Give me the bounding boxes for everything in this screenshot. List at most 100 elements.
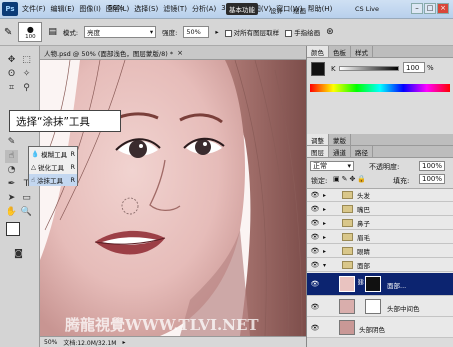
- zoom-tool-icon[interactable]: 🔍: [20, 206, 33, 219]
- brush-tool-icon[interactable]: ✎: [5, 136, 18, 149]
- tab-styles[interactable]: 样式: [351, 46, 373, 57]
- toolbox: ✥ ⬚ ʘ ✧ ⌗ ⚲ ✎ ☝ ◔ ✒ T ➤ ▭ ✋ 🔍 ◙: [0, 46, 40, 347]
- status-arrow-icon[interactable]: ▸: [122, 339, 125, 346]
- tab-paths[interactable]: 路径: [351, 146, 373, 157]
- brush-size-picker[interactable]: ● 100: [18, 22, 43, 42]
- smudge-tool-item[interactable]: ☝ 涂抹工具 R: [29, 174, 77, 186]
- layer-row[interactable]: 👁 ▾ 面部: [307, 259, 453, 272]
- marquee-tool-icon[interactable]: ⬚: [20, 54, 33, 67]
- eye-icon[interactable]: 👁: [310, 233, 320, 241]
- eye-icon[interactable]: 👁: [310, 280, 320, 288]
- color-foreground-swatch[interactable]: [311, 62, 325, 76]
- eye-icon[interactable]: 👁: [310, 191, 320, 199]
- status-bar: 50% 文档:12.0M/32.1M ▸: [40, 336, 306, 347]
- chevron-down-icon: ▾: [347, 162, 351, 170]
- k-slider[interactable]: [339, 66, 399, 71]
- tab-layers[interactable]: 图层: [307, 146, 329, 157]
- mode-select[interactable]: 亮度 ▾: [84, 26, 157, 38]
- layer-row-selected[interactable]: 👁 ⛓ 面部...: [307, 273, 453, 296]
- layer-row[interactable]: 👁 ▸ 眉毛: [307, 231, 453, 244]
- menu-filter[interactable]: 滤镜(T): [162, 4, 188, 14]
- smudge-preset-icon[interactable]: ✎: [4, 27, 12, 38]
- menu-image[interactable]: 图像(I): [78, 4, 102, 14]
- tab-channels[interactable]: 通道: [329, 146, 351, 157]
- fill-field[interactable]: 100%: [419, 174, 445, 184]
- mode-label: 模式:: [62, 29, 79, 37]
- lasso-tool-icon[interactable]: ʘ: [5, 68, 18, 81]
- instruction-callout: 选择“涂抹”工具: [9, 110, 121, 132]
- layer-row[interactable]: 👁 头部中间色: [307, 297, 453, 317]
- crop-tool-icon[interactable]: ⌗: [5, 82, 18, 95]
- close-document-icon[interactable]: ×: [177, 49, 183, 57]
- mask-thumbnail[interactable]: [365, 299, 381, 314]
- expand-icon[interactable]: ▸: [323, 206, 330, 213]
- pen-tool-icon[interactable]: ✒: [5, 178, 18, 191]
- color-ramp[interactable]: [310, 84, 450, 92]
- fill-value: 100%: [422, 175, 443, 183]
- lock-icons[interactable]: ▣✎✥🔒: [333, 175, 368, 183]
- magic-wand-icon[interactable]: ✧: [20, 68, 33, 81]
- move-tool-icon[interactable]: ✥: [5, 54, 18, 67]
- menu-window[interactable]: 窗口(W): [275, 4, 303, 14]
- quick-mask-icon[interactable]: ◙: [12, 248, 25, 261]
- tab-color[interactable]: 颜色: [307, 46, 329, 57]
- strength-field[interactable]: 50%: [183, 26, 210, 38]
- shape-tool-icon[interactable]: ▭: [20, 192, 33, 205]
- menu-help[interactable]: 帮助(H): [307, 4, 334, 14]
- eye-icon[interactable]: 👁: [310, 247, 320, 255]
- finger-paint-checkbox[interactable]: 手指绘画: [285, 27, 320, 37]
- foreground-color-swatch[interactable]: [6, 222, 20, 236]
- status-zoom[interactable]: 50%: [44, 339, 57, 346]
- sharpen-tool-item[interactable]: △ 锐化工具 R: [29, 161, 77, 173]
- mode-value: 亮度: [87, 29, 101, 37]
- eye-icon[interactable]: 👁: [310, 303, 320, 311]
- eye-icon[interactable]: 👁: [310, 205, 320, 213]
- opacity-label: 不透明度:: [369, 163, 400, 171]
- mask-thumbnail[interactable]: [365, 276, 381, 292]
- workspace-essentials-button[interactable]: 基本功能: [226, 3, 258, 15]
- blur-tool-item[interactable]: 💧 模糊工具 R: [29, 148, 77, 160]
- k-value-field[interactable]: 100: [403, 62, 425, 73]
- menu-analysis[interactable]: 分析(A): [191, 4, 217, 14]
- menu-layer[interactable]: 图层(L): [105, 4, 130, 14]
- layer-thumbnail: [339, 276, 355, 292]
- eye-icon[interactable]: 👁: [310, 261, 320, 269]
- tab-swatches[interactable]: 色板: [329, 46, 351, 57]
- eye-icon[interactable]: 👁: [310, 219, 320, 227]
- layer-row[interactable]: 👁 ▸ 头发: [307, 189, 453, 202]
- expand-icon[interactable]: ▸: [323, 234, 330, 241]
- layer-row[interactable]: 👁 ▸ 嘴巴: [307, 203, 453, 216]
- collapse-icon[interactable]: ▾: [323, 262, 330, 269]
- layer-row[interactable]: 👁 ▸ 鼻子: [307, 217, 453, 230]
- expand-icon[interactable]: ▸: [323, 248, 330, 255]
- document-tab[interactable]: 人物.psd @ 50% (面部浅色，图层蒙版/8) * ×: [40, 46, 306, 60]
- layer-row[interactable]: 👁 头部阴色: [307, 318, 453, 338]
- sample-all-checkbox[interactable]: 对所有图层取样: [224, 27, 279, 37]
- document-canvas[interactable]: 腾龍視覺WWW.TLVI.NET: [40, 60, 306, 336]
- menu-edit[interactable]: 编辑(E): [50, 4, 76, 14]
- hand-tool-icon[interactable]: ✋: [5, 206, 18, 219]
- menu-select[interactable]: 选择(S): [133, 4, 159, 14]
- eyedropper-icon[interactable]: ⚲: [20, 82, 33, 95]
- smudge-tool-icon[interactable]: ☝: [5, 150, 18, 163]
- tablet-pressure-icon[interactable]: ⊛: [326, 27, 334, 37]
- tab-adjustments[interactable]: 调整: [307, 134, 329, 145]
- fill-label: 填充:: [393, 177, 410, 185]
- tab-masks[interactable]: 蒙版: [329, 134, 351, 145]
- path-select-icon[interactable]: ➤: [5, 192, 18, 205]
- opacity-field[interactable]: 100%: [419, 161, 445, 171]
- dodge-tool-icon[interactable]: ◔: [5, 164, 18, 177]
- strength-value: 50%: [186, 28, 201, 36]
- expand-icon[interactable]: ▸: [323, 192, 330, 199]
- layer-row[interactable]: 👁 ▸ 眼睛: [307, 245, 453, 258]
- brush-panel-icon[interactable]: ▤: [48, 27, 57, 37]
- menu-file[interactable]: 文件(F): [21, 4, 47, 14]
- brush-size-value: 100: [25, 33, 36, 40]
- folder-icon: [342, 219, 353, 227]
- eye-icon[interactable]: 👁: [310, 324, 320, 332]
- strength-arrow-icon[interactable]: ▸: [215, 28, 218, 36]
- expand-icon[interactable]: ▸: [323, 220, 330, 227]
- blend-mode-select[interactable]: 正常 ▾: [310, 161, 354, 171]
- status-docinfo: 文档:12.0M/32.1M: [63, 339, 117, 347]
- main-menu: 文件(F) 编辑(E) 图像(I) 图层(L) 选择(S) 滤镜(T) 分析(A…: [21, 4, 333, 14]
